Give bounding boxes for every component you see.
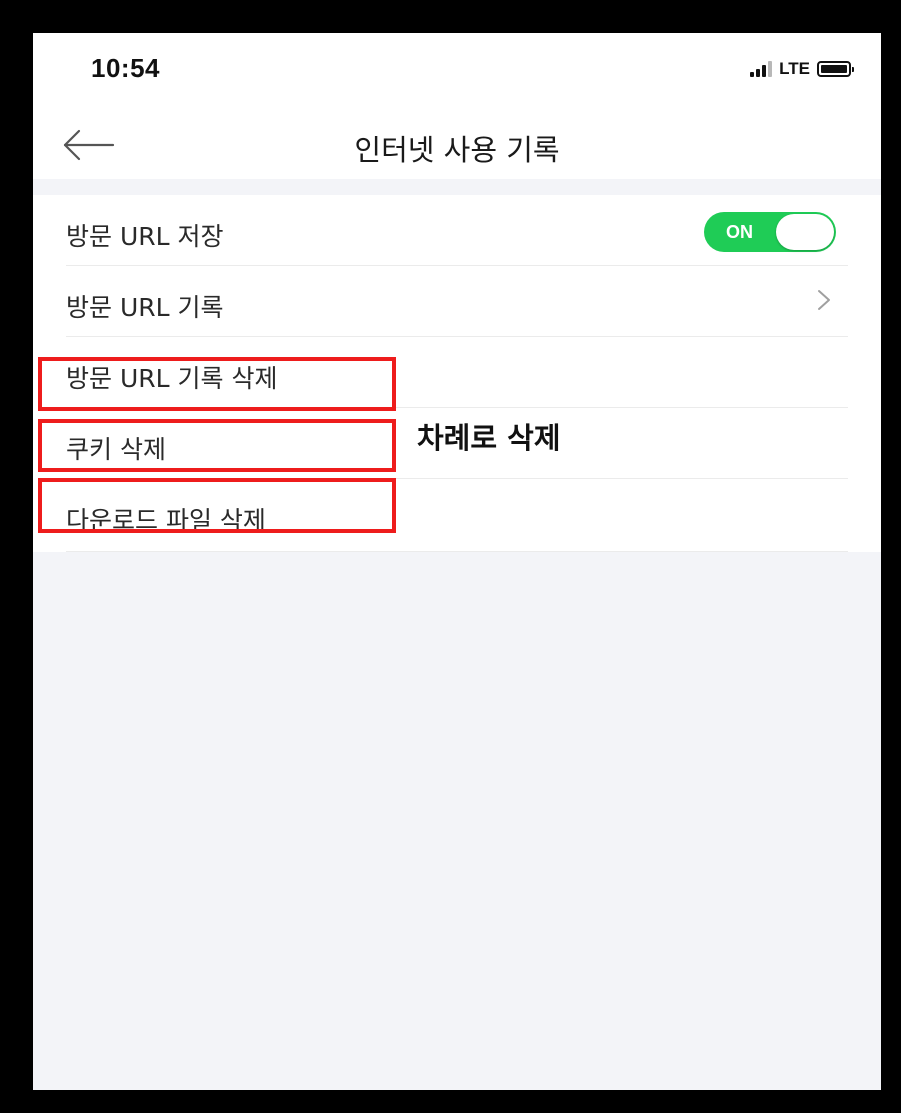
delete-visited-url-history-label: 방문 URL 기록 삭제 xyxy=(66,364,278,393)
save-visited-url-row: 방문 URL 저장 ON xyxy=(66,195,848,266)
battery-icon xyxy=(817,61,854,77)
delete-cookies-label: 쿠키 삭제 xyxy=(66,435,166,464)
page-title: 인터넷 사용 기록 xyxy=(354,133,560,167)
status-time: 10:54 xyxy=(91,53,160,83)
instruction-annotation: 차례로 삭제 xyxy=(417,421,561,455)
signal-icon xyxy=(750,61,773,77)
network-type: LTE xyxy=(779,59,810,78)
settings-list: 방문 URL 저장 ON 방문 URL 기록 방문 URL 기록 삭제 쿠키 삭… xyxy=(33,195,881,552)
toggle-state-label: ON xyxy=(726,222,753,242)
delete-downloaded-files-label: 다운로드 파일 삭제 xyxy=(66,506,266,535)
visited-url-history-row[interactable]: 방문 URL 기록 xyxy=(66,266,848,337)
phone-screen: 10:54 LTE 인터넷 사용 기록 방문 URL 저장 ON 방문 URL … xyxy=(33,33,881,1090)
toggle-knob xyxy=(776,214,834,250)
status-indicators: LTE xyxy=(750,59,854,79)
delete-downloaded-files-row[interactable]: 다운로드 파일 삭제 xyxy=(66,479,848,552)
chevron-right-icon xyxy=(818,290,830,310)
save-visited-url-toggle[interactable]: ON xyxy=(704,212,836,252)
status-bar: 10:54 LTE xyxy=(33,33,881,113)
visited-url-history-label: 방문 URL 기록 xyxy=(66,293,224,322)
delete-visited-url-history-row[interactable]: 방문 URL 기록 삭제 xyxy=(66,337,848,408)
save-visited-url-label: 방문 URL 저장 xyxy=(66,222,224,251)
navigation-bar: 인터넷 사용 기록 xyxy=(33,113,881,179)
